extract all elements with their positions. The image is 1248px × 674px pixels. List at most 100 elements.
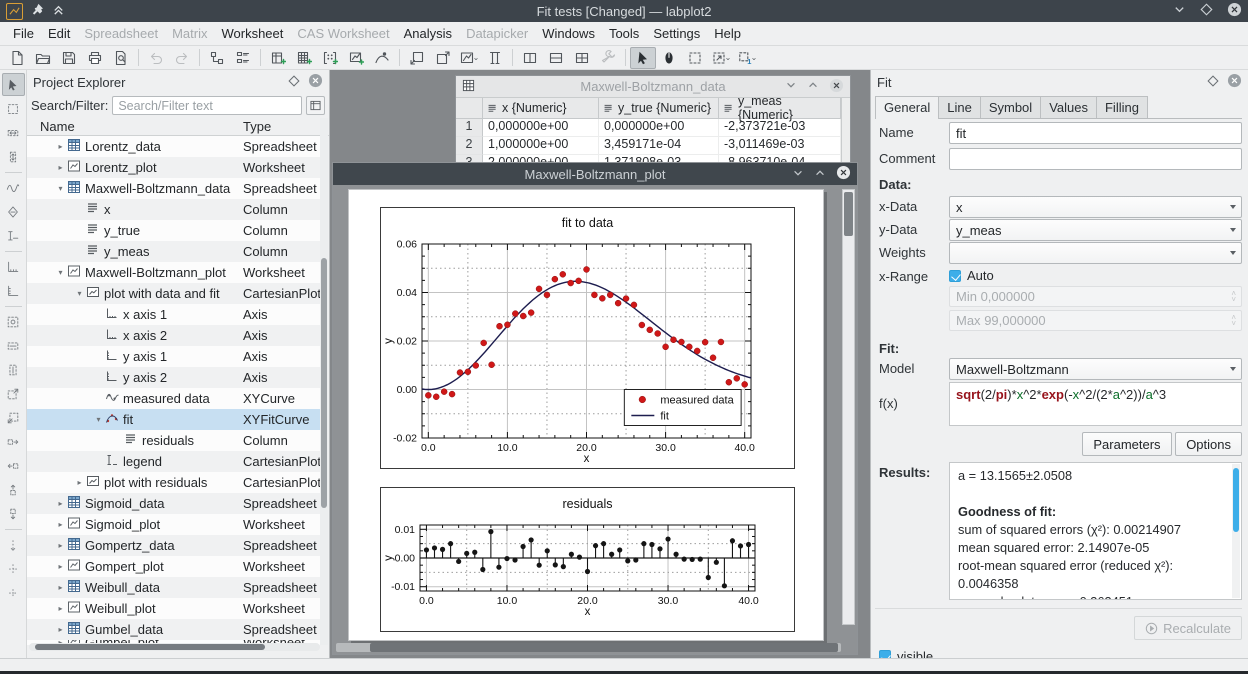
tree-item-y-true[interactable]: y_trueColumn — [27, 220, 322, 241]
y-data-combobox[interactable]: y_meas — [949, 219, 1242, 241]
tree-item-sigmoid-data[interactable]: ▸Sigmoid_dataSpreadsheet — [27, 493, 322, 514]
expander-expanded-icon[interactable]: ▾ — [54, 184, 67, 193]
min-spinbox[interactable]: Min 0,000000˄˅ — [949, 286, 1242, 307]
spreadsheet-cell[interactable]: 1,000000e+00 — [483, 137, 599, 155]
tree-item-gompert-plot[interactable]: ▸Gompert_plotWorksheet — [27, 556, 322, 577]
results-textarea[interactable]: a = 13.1565±2.0508 Goodness of fit:sum o… — [949, 462, 1242, 600]
tree-item-x-axis-2[interactable]: x axis 2Axis — [27, 325, 322, 346]
row-number[interactable]: 1 — [456, 119, 483, 137]
tree-item-residuals[interactable]: residualsColumn — [27, 430, 322, 451]
menu-edit[interactable]: Edit — [41, 24, 77, 43]
tree-item-plot-with-residuals[interactable]: ▸plot with residualsCartesianPlot — [27, 472, 322, 493]
spreadsheet-cell[interactable]: -3,011469e-03 — [719, 137, 841, 155]
maximize-icon[interactable] — [1200, 3, 1213, 19]
auto-scale-button[interactable] — [2, 310, 25, 333]
tree-item-sigmoid-plot[interactable]: ▸Sigmoid_plotWorksheet — [27, 514, 322, 535]
expander-collapsed-icon[interactable]: ▸ — [54, 604, 67, 613]
auto-scale-y-button[interactable] — [2, 358, 25, 381]
tab-general[interactable]: General — [875, 96, 939, 119]
tree-item-maxwell-boltzmann-data[interactable]: ▾Maxwell-Boltzmann_dataSpreadsheet — [27, 178, 322, 199]
plot-window-vscrollbar[interactable] — [842, 189, 855, 625]
step-c-button[interactable] — [2, 581, 25, 604]
import-button[interactable] — [404, 47, 430, 69]
redo-button[interactable] — [169, 47, 195, 69]
tree-item-x[interactable]: xColumn — [27, 199, 322, 220]
worksheet-view-button[interactable]: ⌄ — [456, 47, 482, 69]
tab-filling[interactable]: Filling — [1096, 96, 1148, 118]
print-preview-button[interactable] — [108, 47, 134, 69]
collapse-toolbar-icon[interactable] — [52, 3, 65, 19]
add-x-axis-button[interactable] — [2, 255, 25, 278]
tree-item-x-axis-1[interactable]: x axis 1Axis — [27, 304, 322, 325]
zoom-select-mode-button[interactable] — [682, 47, 708, 69]
menu-tools[interactable]: Tools — [602, 24, 646, 43]
project-explorer-button[interactable] — [204, 47, 230, 69]
pin-icon[interactable] — [31, 3, 44, 19]
zoom-out-plot-button[interactable] — [2, 406, 25, 429]
undo-button[interactable] — [143, 47, 169, 69]
spreadsheet-window[interactable]: Maxwell-Boltzmann_data x {Numeric}y_true… — [455, 75, 851, 167]
tree-item-lorentz-plot[interactable]: ▸Lorentz_plotWorksheet — [27, 157, 322, 178]
shift-left-button[interactable] — [2, 454, 25, 477]
step-a-button[interactable] — [2, 533, 25, 556]
new-datapicker-button[interactable] — [369, 47, 395, 69]
expander-expanded-icon[interactable]: ▾ — [54, 268, 67, 277]
shade-window-icon[interactable] — [785, 79, 797, 94]
new-file-button[interactable] — [4, 47, 30, 69]
formula-editor[interactable]: sqrt(2/pi)*x^2*exp(-x^2/(2*a^2))/a^3 — [949, 382, 1242, 426]
auto-scale-x-button[interactable] — [2, 334, 25, 357]
row-number[interactable]: 2 — [456, 137, 483, 155]
max-spinbox[interactable]: Max 99,000000˄˅ — [949, 310, 1242, 331]
zoom-fit-button[interactable]: ⌄ — [708, 47, 734, 69]
text-frame-button[interactable] — [482, 47, 508, 69]
expander-collapsed-icon[interactable]: ▸ — [54, 541, 67, 550]
menu-analysis[interactable]: Analysis — [397, 24, 459, 43]
zoom-select-button[interactable] — [2, 97, 25, 120]
filter-options-button[interactable] — [306, 96, 325, 115]
search-filter-input[interactable] — [112, 96, 302, 115]
menu-help[interactable]: Help — [707, 24, 748, 43]
tab-symbol[interactable]: Symbol — [980, 96, 1041, 118]
tree-item-fit[interactable]: ▾fitXYFitCurve — [27, 409, 322, 430]
shift-right-button[interactable] — [2, 430, 25, 453]
navigation-mode-button[interactable] — [656, 47, 682, 69]
tree-item-lorentz-data[interactable]: ▸Lorentz_dataSpreadsheet — [27, 136, 322, 157]
expander-expanded-icon[interactable]: ▾ — [73, 289, 86, 298]
tree-horizontal-scrollbar[interactable] — [29, 643, 320, 651]
spreadsheet-vscrollbar[interactable] — [841, 98, 850, 166]
fit-to-data-chart[interactable]: fit to data0.010.020.030.040.0-0.020.000… — [380, 207, 795, 469]
options-button[interactable]: Options — [1175, 432, 1242, 456]
plot-window-hscrollbar[interactable] — [336, 643, 841, 652]
magnification-button[interactable]: 1⌄ — [734, 47, 760, 69]
residuals-chart[interactable]: residuals0.010.020.030.040.0-0.010.000.0… — [380, 487, 795, 632]
x-data-combobox[interactable]: x — [949, 196, 1242, 218]
shade-window-icon[interactable] — [792, 167, 804, 182]
select-mode-button[interactable] — [630, 47, 656, 69]
add-xy-curve-button[interactable] — [2, 176, 25, 199]
tree-item-legend[interactable]: legendCartesianPlotLegend — [27, 451, 322, 472]
model-combobox[interactable]: Maxwell-Boltzmann — [949, 358, 1242, 380]
expander-collapsed-icon[interactable]: ▸ — [73, 478, 86, 487]
tree-item-gompertz-data[interactable]: ▸Gompertz_dataSpreadsheet — [27, 535, 322, 556]
print-button[interactable] — [82, 47, 108, 69]
add-equation-curve-button[interactable] — [2, 200, 25, 223]
tree-item-y-axis-1[interactable]: y axis 1Axis — [27, 346, 322, 367]
spreadsheet-cell[interactable]: 0,000000e+00 — [599, 119, 719, 137]
zoom-in-plot-button[interactable] — [2, 382, 25, 405]
spreadsheet-cell[interactable]: 3,459171e-04 — [599, 137, 719, 155]
close-panel-icon[interactable] — [1227, 73, 1242, 91]
zoom-x-select-button[interactable] — [2, 121, 25, 144]
tree-item-weibull-data[interactable]: ▸Weibull_dataSpreadsheet — [27, 577, 322, 598]
shift-down-button[interactable] — [2, 502, 25, 525]
expander-collapsed-icon[interactable]: ▸ — [54, 520, 67, 529]
add-y-axis-button[interactable] — [2, 279, 25, 302]
add-legend-button[interactable] — [2, 224, 25, 247]
restore-window-icon[interactable] — [807, 79, 819, 94]
menu-windows[interactable]: Windows — [535, 24, 602, 43]
tree-column-header[interactable]: Name Type — [27, 117, 329, 136]
expander-collapsed-icon[interactable]: ▸ — [54, 142, 67, 151]
parameters-button[interactable]: Parameters — [1082, 432, 1171, 456]
split-grid-button[interactable] — [569, 47, 595, 69]
new-spreadsheet-button[interactable] — [291, 47, 317, 69]
expander-expanded-icon[interactable]: ▾ — [92, 415, 105, 424]
